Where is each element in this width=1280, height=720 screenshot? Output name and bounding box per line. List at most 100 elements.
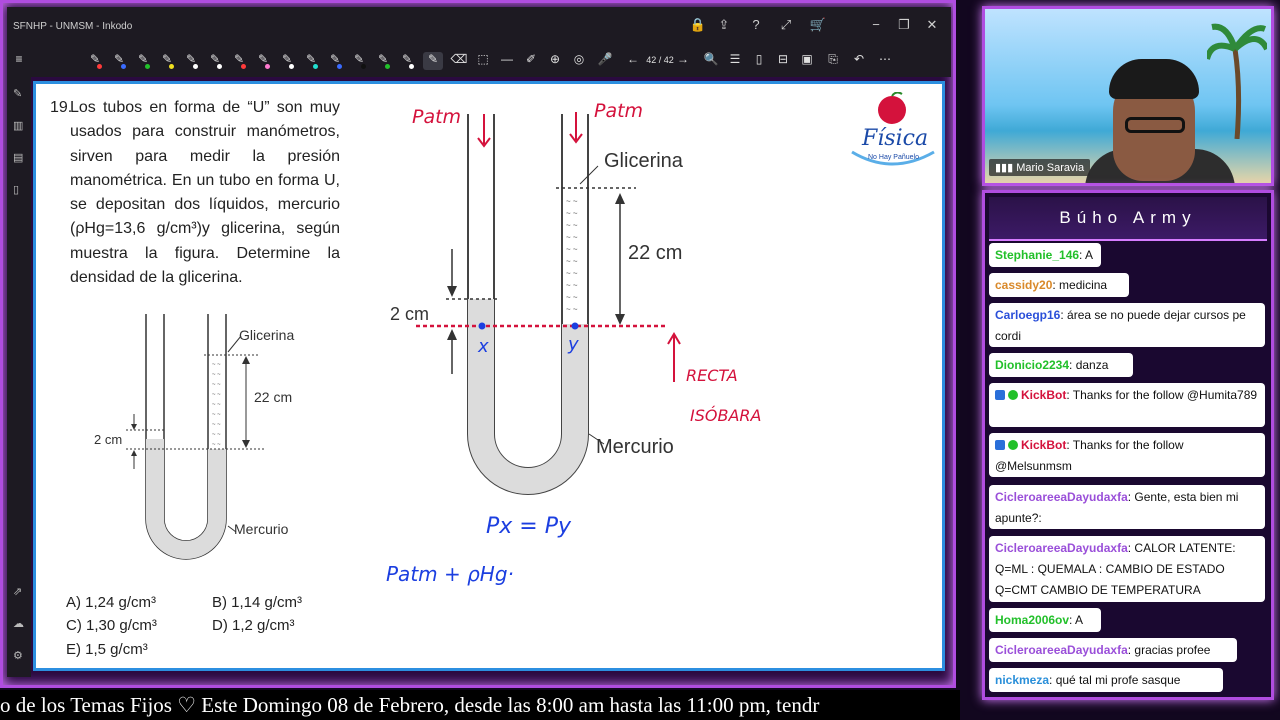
chat-username[interactable]: Dionicio2234 xyxy=(995,358,1069,372)
prev-page-icon[interactable]: ← xyxy=(623,52,643,70)
mic-icon[interactable]: 🎤 xyxy=(595,52,615,70)
eraser-icon[interactable]: ⌫ xyxy=(449,52,469,70)
pen-tool-7[interactable]: ✎ xyxy=(229,52,249,70)
answer-d[interactable]: D) 1,2 g/cm³ xyxy=(212,617,295,634)
share-icon[interactable]: ⇪ xyxy=(713,17,735,35)
highlighter-icon[interactable]: ✐ xyxy=(521,52,541,70)
open-folder-icon[interactable]: ⊟ xyxy=(773,52,793,70)
paste-icon[interactable]: ⎘ xyxy=(823,52,843,70)
svg-text:~ ~: ~ ~ xyxy=(212,432,221,438)
answer-e[interactable]: E) 1,5 g/cm³ xyxy=(66,641,148,658)
zoom-icon[interactable]: 🔍 xyxy=(701,52,721,70)
chat-text: : danza xyxy=(1069,358,1109,372)
pen-tool-3[interactable]: ✎ xyxy=(133,52,153,70)
chat-username[interactable]: CicleroareeaDayudaxfa xyxy=(995,541,1128,555)
title-bar: SFNHP - UNMSM - Inkodo 🔒 ⇪ ? ⤢ 🛒 − ❐ ✕ xyxy=(7,7,951,45)
recta-label: RECTA xyxy=(686,366,738,385)
chat-username[interactable]: CicleroareeaDayudaxfa xyxy=(995,490,1128,504)
svg-text:~ ~: ~ ~ xyxy=(566,233,578,242)
help-icon[interactable]: ? xyxy=(745,17,767,35)
answer-b[interactable]: B) 1,14 g/cm³ xyxy=(212,594,302,611)
chat-username[interactable]: cassidy20 xyxy=(995,278,1052,292)
pen-tool-11[interactable]: ✎ xyxy=(325,52,345,70)
new-page-icon[interactable]: ▯ xyxy=(749,52,769,70)
svg-text:~ ~: ~ ~ xyxy=(566,305,578,314)
more-icon[interactable]: ⋯ xyxy=(875,52,895,70)
close-button[interactable]: ✕ xyxy=(921,17,943,35)
cloud-side-icon[interactable]: ☁ xyxy=(13,617,25,630)
big-u-tube-diagram: ~ ~ ~ ~ ~ ~ ~ ~ ~ ~ ~ ~ ~ ~ ~ ~ ~ ~ ~ ~ xyxy=(416,112,681,495)
chat-message: KickBot: Thanks for the follow @Humita78… xyxy=(989,383,1265,427)
pen-tool-12[interactable]: ✎ xyxy=(349,52,369,70)
chat-username[interactable]: Stephanie_146 xyxy=(995,248,1079,262)
chat-message: Homa2006ov: A xyxy=(989,608,1101,632)
settings-sliders-icon[interactable]: ☰ xyxy=(725,52,745,70)
lock-icon[interactable]: 🔒 xyxy=(687,17,709,35)
whiteboard-canvas[interactable]: 19. Los tubos en forma de “U” son muy us… xyxy=(33,81,945,671)
svg-text:~ ~: ~ ~ xyxy=(566,257,578,266)
pen-tool-13[interactable]: ✎ xyxy=(373,52,393,70)
chat-panel: Búho Army Stephanie_146: A cassidy20: me… xyxy=(982,190,1274,700)
line-icon[interactable]: — xyxy=(497,52,517,70)
answer-c[interactable]: C) 1,30 g/cm³ xyxy=(66,617,157,634)
chat-username[interactable]: KickBot xyxy=(1021,438,1066,452)
big-glicerina-label: Glicerina xyxy=(604,150,683,172)
svg-text:~ ~: ~ ~ xyxy=(566,281,578,290)
big-22cm-label: 22 cm xyxy=(628,242,683,264)
cart-icon[interactable]: 🛒 xyxy=(807,17,829,35)
pen-tool-1[interactable]: ✎ xyxy=(85,52,105,70)
svg-text:~ ~: ~ ~ xyxy=(212,372,221,378)
answer-a[interactable]: A) 1,24 g/cm³ xyxy=(66,594,156,611)
question-number: 19. xyxy=(50,99,73,116)
chat-username[interactable]: CicleroareeaDayudaxfa xyxy=(995,643,1128,657)
pen-tool-9[interactable]: ✎ xyxy=(277,52,297,70)
chat-username[interactable]: Carloegp16 xyxy=(995,308,1060,322)
laser-icon[interactable]: ◎ xyxy=(569,52,589,70)
chat-text: : medicina xyxy=(1052,278,1108,292)
share-side-icon[interactable]: ⇗ xyxy=(13,585,25,598)
verified-badge-icon xyxy=(1008,440,1018,450)
chat-text: : Thanks for the follow @Humita789 xyxy=(1066,388,1258,402)
big-2cm-label: 2 cm xyxy=(390,304,430,324)
fullscreen-icon[interactable]: ⤢ xyxy=(775,17,797,35)
drawing-toolbar: ≡ ✎ ✎ ✎ ✎ ✎ ✎ ✎ ✎ ✎ ✎ ✎ ✎ ✎ ✎ ✎ ⌫ ⬚ — ✐ … xyxy=(7,45,951,77)
pen-tool-8[interactable]: ✎ xyxy=(253,52,273,70)
chat-title: Búho Army xyxy=(989,197,1267,241)
chat-text: : A xyxy=(1079,248,1094,262)
pen-tool-active[interactable]: ✎ xyxy=(423,52,443,70)
save-icon[interactable]: ▣ xyxy=(797,52,817,70)
point-y-label: y xyxy=(568,334,579,355)
pen-tool-4[interactable]: ✎ xyxy=(157,52,177,70)
question-text: Los tubos en forma de “U” son muy usados… xyxy=(70,99,340,287)
menu-icon[interactable]: ≡ xyxy=(9,52,29,70)
minimize-button[interactable]: − xyxy=(865,17,887,35)
pen-side-icon[interactable]: ✎ xyxy=(13,87,25,100)
book-side-icon[interactable]: ▥ xyxy=(13,119,25,132)
chat-username[interactable]: Homa2006ov xyxy=(995,613,1069,627)
left-sidebar: ✎ ▥ ▤ ▯ ⇗ ☁ ⚙ xyxy=(7,77,31,677)
page-indicator: 42 / 42 xyxy=(646,55,674,65)
patm-right-label: Patm xyxy=(594,100,644,122)
chat-username[interactable]: KickBot xyxy=(1021,388,1066,402)
pen-tool-10[interactable]: ✎ xyxy=(301,52,321,70)
maximize-button[interactable]: ❐ xyxy=(893,17,915,35)
pen-tool-6[interactable]: ✎ xyxy=(205,52,225,70)
doc-side-icon[interactable]: ▯ xyxy=(13,183,25,196)
gear-side-icon[interactable]: ⚙ xyxy=(13,649,25,662)
shape-icon[interactable]: ⊕ xyxy=(545,52,565,70)
svg-text:~ ~: ~ ~ xyxy=(212,412,221,418)
question-block: 19. Los tubos en forma de “U” son muy us… xyxy=(50,96,340,290)
svg-text:~ ~: ~ ~ xyxy=(566,209,578,218)
image-side-icon[interactable]: ▤ xyxy=(13,151,25,164)
pen-tool-5[interactable]: ✎ xyxy=(181,52,201,70)
bot-badge-icon xyxy=(995,440,1005,450)
select-icon[interactable]: ⬚ xyxy=(473,52,493,70)
chat-message: CicleroareeaDayudaxfa: Gente, esta bien … xyxy=(989,485,1265,529)
pen-tool-14[interactable]: ✎ xyxy=(397,52,417,70)
next-page-icon[interactable]: → xyxy=(673,52,693,70)
pen-tool-2[interactable]: ✎ xyxy=(109,52,129,70)
patm-left-label: Patm xyxy=(412,106,462,128)
undo-icon[interactable]: ↶ xyxy=(849,52,869,70)
svg-text:~ ~: ~ ~ xyxy=(566,221,578,230)
chat-username[interactable]: nickmeza xyxy=(995,673,1049,687)
